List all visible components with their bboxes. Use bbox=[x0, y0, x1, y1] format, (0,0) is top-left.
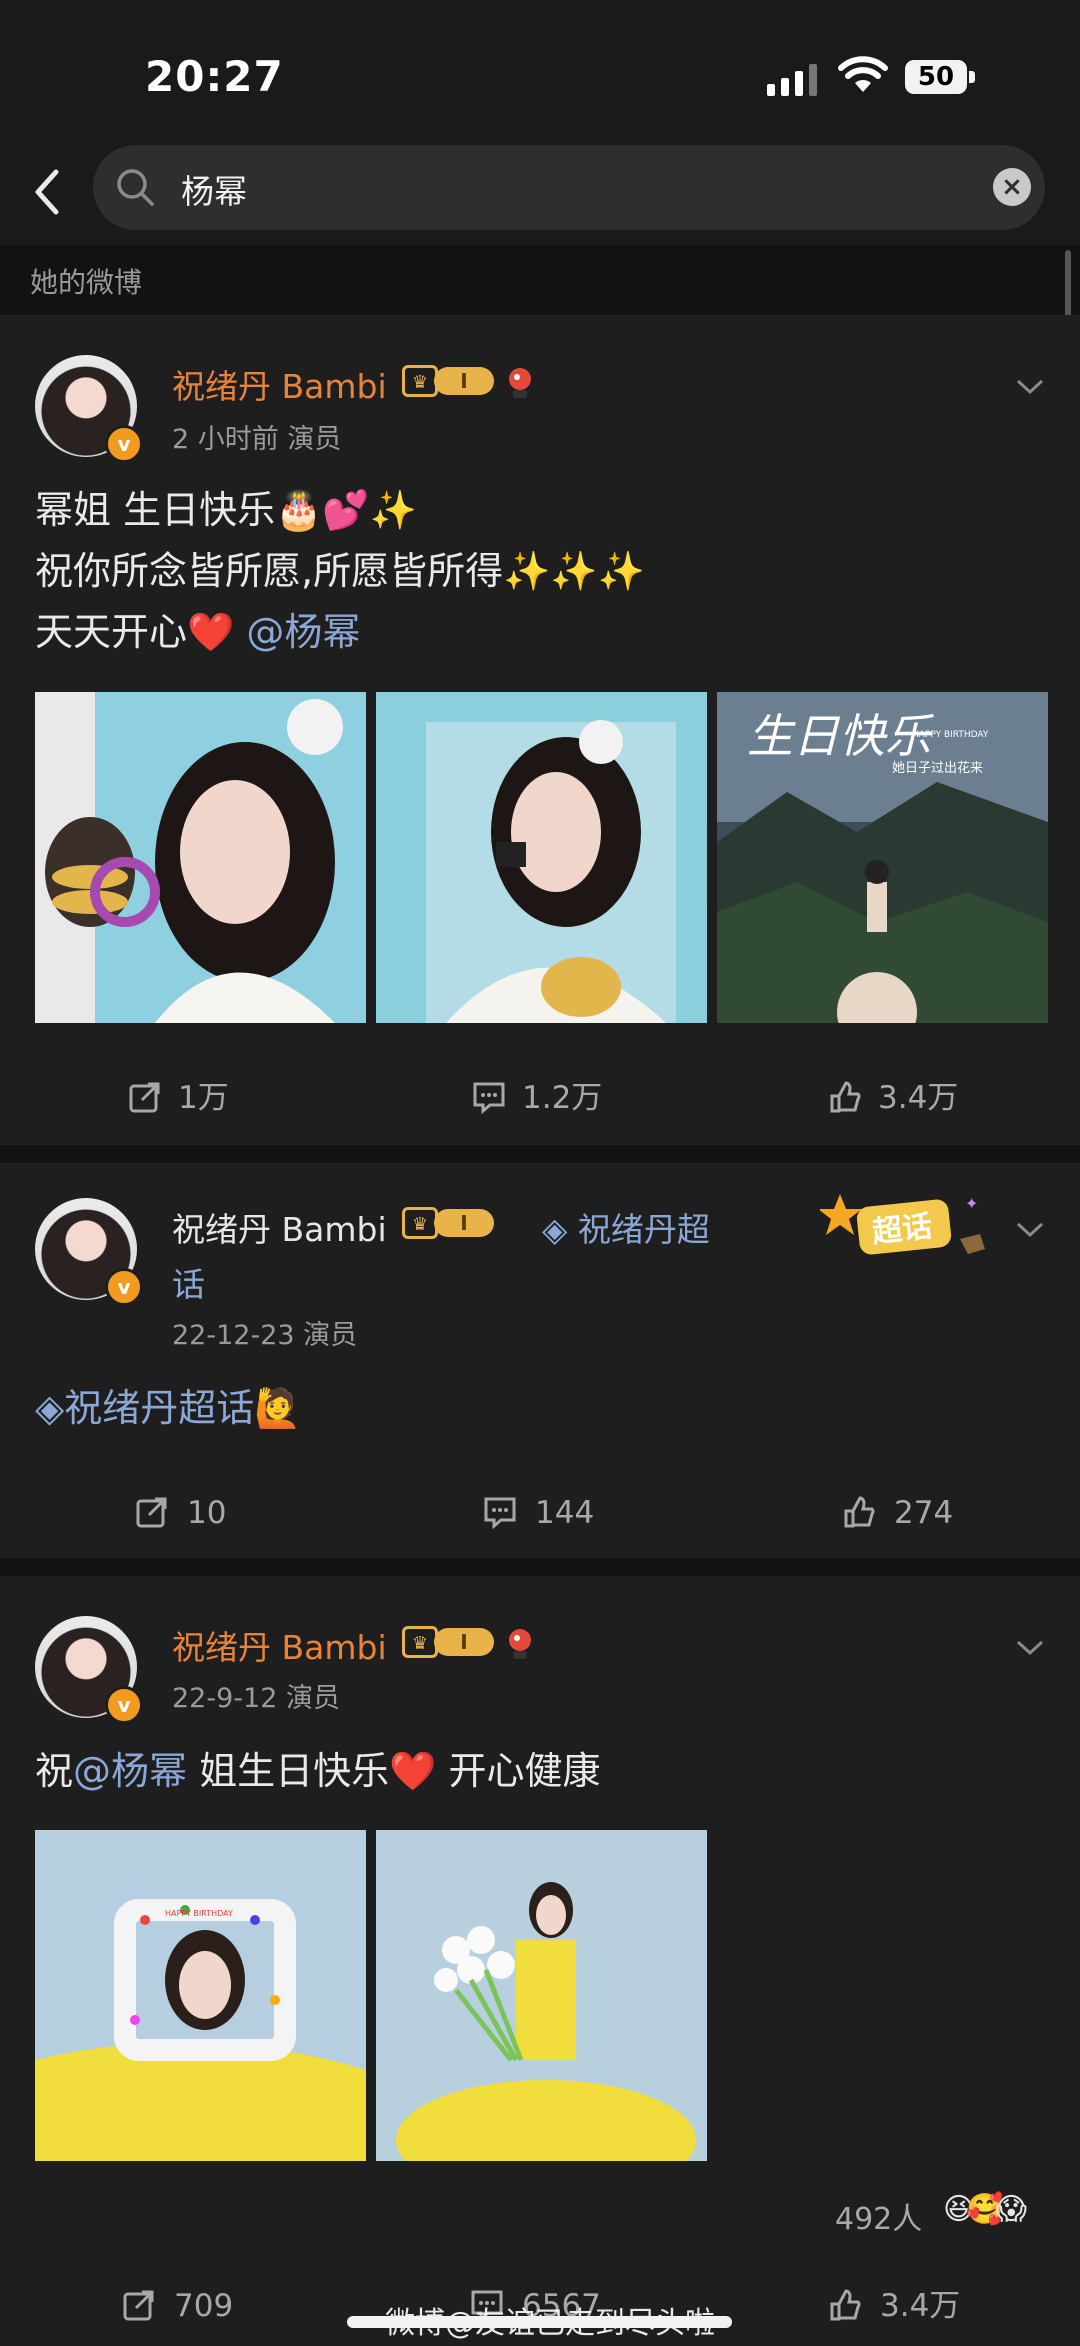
repost-button[interactable]: 10 bbox=[135, 1473, 335, 1553]
post-meta: 2 小时前 演员 bbox=[172, 424, 342, 455]
search-input[interactable]: 杨幂 × bbox=[93, 145, 1045, 230]
photo-title: 生日快乐 bbox=[747, 709, 935, 763]
weibo-post[interactable]: v 祝绪丹 Bambi ♛ I 22-9-12 演员 祝@杨幂 姐生日快乐❤️ 开… bbox=[0, 1576, 1080, 2346]
post-text: 祝@杨幂 姐生日快乐❤️ 开心健康 bbox=[35, 1749, 601, 1793]
mascot-icon bbox=[509, 368, 531, 398]
supertopic-badge-icon[interactable]: 超话 ✦ bbox=[818, 1189, 990, 1269]
status-bar: 20:27 50 bbox=[0, 0, 1080, 140]
repost-button[interactable]: 709 bbox=[122, 2266, 322, 2346]
repost-icon bbox=[123, 2290, 154, 2321]
status-time: 20:27 bbox=[145, 52, 284, 101]
weibo-post[interactable]: v 祝绪丹 Bambi ♛ I 2 小时前 演员 幂姐 生日快乐🎂💕✨ 祝你所念皆… bbox=[0, 315, 1080, 1145]
photo-frame-text: HAPPY BIRTHDAY bbox=[165, 1909, 233, 1918]
post-text: ◈祝绪丹超话🙋 bbox=[35, 1386, 302, 1430]
svg-text:超话: 超话 bbox=[871, 1209, 934, 1250]
reaction-summary[interactable]: 492人 😆🥰😱 bbox=[835, 2188, 1050, 2238]
like-icon bbox=[830, 1081, 861, 1113]
comment-button[interactable]: 144 bbox=[483, 1473, 683, 1553]
chevron-down-icon[interactable] bbox=[1015, 1220, 1045, 1240]
home-indicator[interactable] bbox=[347, 2316, 732, 2328]
verified-badge-icon: v bbox=[105, 1686, 143, 1724]
reaction-count: 492人 bbox=[835, 2202, 923, 2237]
vip-crown-icon: ♛ I bbox=[402, 1205, 494, 1241]
post-text-line: 幂姐 生日快乐🎂💕✨ bbox=[35, 488, 418, 532]
avatar[interactable]: v bbox=[35, 355, 143, 463]
supertopic-link-cont[interactable]: 话 bbox=[172, 1258, 205, 1306]
comment-icon bbox=[473, 1082, 505, 1114]
avatar[interactable]: v bbox=[35, 1198, 143, 1306]
post-photo[interactable] bbox=[376, 692, 707, 1023]
avatar[interactable]: v bbox=[35, 1616, 143, 1724]
like-button[interactable]: 3.4万 bbox=[828, 2266, 1028, 2346]
username[interactable]: 祝绪丹 Bambi bbox=[172, 1621, 387, 1669]
post-meta: 22-12-23 演员 bbox=[172, 1320, 358, 1351]
repost-icon bbox=[136, 1497, 167, 1528]
chevron-down-icon[interactable] bbox=[1015, 377, 1045, 397]
post-photo[interactable] bbox=[35, 692, 366, 1023]
supertopic-link[interactable]: ◈ 祝绪丹超 bbox=[542, 1203, 710, 1251]
vip-crown-icon: ♛ I bbox=[402, 363, 494, 399]
post-photo[interactable] bbox=[376, 1830, 707, 2161]
post-meta: 22-9-12 演员 bbox=[172, 1683, 340, 1714]
section-header: 她的微博 bbox=[0, 245, 1080, 315]
chevron-down-icon[interactable] bbox=[1015, 1638, 1045, 1658]
post-text-line: 天天开心❤️ @杨幂 bbox=[35, 610, 361, 654]
svg-text:✦: ✦ bbox=[965, 1194, 978, 1213]
post-divider bbox=[0, 1145, 1080, 1163]
wifi-icon bbox=[838, 56, 888, 92]
like-count: 3.4万 bbox=[878, 1080, 959, 1116]
post-text-line: 祝你所念皆所愿,所愿皆所得✨✨✨ bbox=[35, 549, 646, 593]
like-count: 3.4万 bbox=[880, 2288, 961, 2324]
repost-count: 709 bbox=[174, 2288, 234, 2324]
comment-count: 144 bbox=[535, 1495, 595, 1531]
weibo-post[interactable]: v 祝绪丹 Bambi ♛ I ◈ 祝绪丹超 话 超话 ✦ 22-12-23 演员… bbox=[0, 1163, 1080, 1558]
search-query: 杨幂 bbox=[181, 172, 247, 211]
post-photo[interactable]: HAPPY BIRTHDAY bbox=[35, 1830, 366, 2161]
comment-count: 1.2万 bbox=[522, 1080, 603, 1116]
post-photo[interactable]: 生日快乐 HAPPY BIRTHDAY 她日子过出花来 bbox=[717, 692, 1048, 1023]
photo-subtitle: HAPPY BIRTHDAY bbox=[912, 730, 989, 740]
comment-icon bbox=[484, 1497, 516, 1529]
username[interactable]: 祝绪丹 Bambi bbox=[172, 360, 387, 408]
repost-count: 1万 bbox=[178, 1080, 229, 1116]
verified-badge-icon: v bbox=[105, 425, 143, 463]
post-divider bbox=[0, 1558, 1080, 1576]
post-actions: 10 144 274 bbox=[0, 1473, 1080, 1553]
comment-button[interactable]: 1.2万 bbox=[472, 1058, 672, 1138]
like-button[interactable]: 274 bbox=[842, 1473, 1022, 1553]
like-icon bbox=[844, 1496, 875, 1528]
like-button[interactable]: 3.4万 bbox=[828, 1058, 1028, 1138]
supertopic-tag[interactable]: ◈祝绪丹超话 bbox=[35, 1386, 254, 1430]
signal-icon bbox=[767, 64, 817, 96]
verified-badge-icon: v bbox=[105, 1268, 143, 1306]
repost-icon bbox=[129, 1082, 160, 1113]
mascot-icon bbox=[509, 1629, 531, 1659]
mention-link[interactable]: @杨幂 bbox=[246, 610, 360, 654]
username[interactable]: 祝绪丹 Bambi bbox=[172, 1203, 387, 1251]
like-icon bbox=[830, 2289, 861, 2321]
repost-button[interactable]: 1万 bbox=[128, 1058, 328, 1138]
search-icon bbox=[117, 169, 154, 206]
battery-level: 50 bbox=[905, 60, 967, 94]
like-count: 274 bbox=[894, 1495, 954, 1531]
section-title: 她的微博 bbox=[30, 266, 143, 299]
post-actions: 1万 1.2万 3.4万 bbox=[0, 1058, 1080, 1138]
back-arrow-icon[interactable] bbox=[28, 162, 68, 222]
reaction-emojis: 😆🥰😱 bbox=[943, 2192, 1027, 2227]
mention-link[interactable]: @杨幂 bbox=[73, 1749, 187, 1793]
repost-count: 10 bbox=[187, 1495, 227, 1531]
clear-search-button[interactable]: × bbox=[993, 168, 1031, 206]
battery-icon: 50 bbox=[905, 60, 977, 96]
photo-caption: 她日子过出花来 bbox=[892, 760, 983, 776]
search-nav: 杨幂 × bbox=[0, 140, 1080, 245]
vip-crown-icon: ♛ I bbox=[402, 1624, 494, 1660]
